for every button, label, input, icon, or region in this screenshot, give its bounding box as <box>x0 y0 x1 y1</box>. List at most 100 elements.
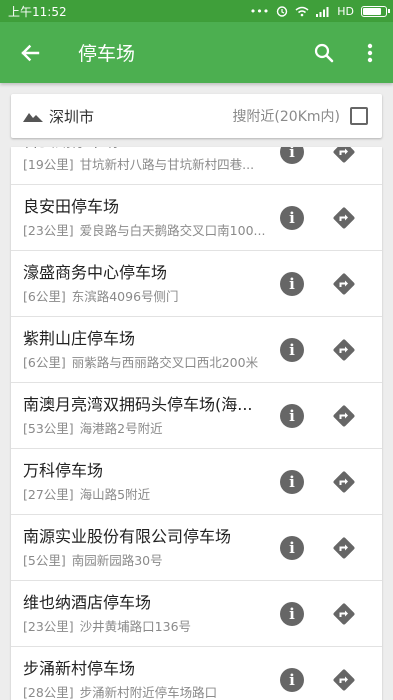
parking-road: 丽紫路与西丽路交叉口西北200米 <box>71 355 259 370</box>
info-button[interactable]: i <box>280 601 304 626</box>
parking-road: 步涌新村附近停车场路口 <box>79 685 218 700</box>
parking-name: 紫荆山庄停车场 <box>23 329 136 348</box>
info-icon: i <box>289 604 295 623</box>
list-item[interactable]: 步涌新村停车场 [28公里] 步涌新村附近停车场路口 i <box>11 647 382 700</box>
parking-distance: [23公里] <box>23 223 74 238</box>
parking-list-items: 香蜜湖停车场 [19公里] 甘坑新村八路与甘坑新村四巷... i 良安田停车场 [… <box>11 147 382 700</box>
parking-distance: [27公里] <box>23 487 74 502</box>
info-icon: i <box>289 538 295 557</box>
parking-address: [23公里] 爱良路与白天鹅路交叉口南100... <box>23 223 274 239</box>
parking-list[interactable]: 香蜜湖停车场 [19公里] 甘坑新村八路与甘坑新村四巷... i 良安田停车场 [… <box>11 147 382 700</box>
parking-road: 南园新园路30号 <box>71 553 163 568</box>
nearby-filter[interactable]: 搜附近(20Km内) <box>232 106 368 126</box>
parking-road: 甘坑新村八路与甘坑新村四巷... <box>79 157 255 172</box>
parking-name: 南源实业股份有限公司停车场 <box>23 527 232 546</box>
parking-address: [27公里] 海山路5附近 <box>23 487 274 503</box>
directions-icon <box>333 273 355 294</box>
back-button[interactable] <box>0 22 60 83</box>
directions-icon <box>333 339 355 360</box>
parking-road: 海港路2号附近 <box>79 421 163 436</box>
directions-icon <box>333 669 355 690</box>
navigate-button[interactable] <box>332 470 356 494</box>
parking-road: 沙井黄埔路口136号 <box>79 619 192 634</box>
parking-road: 爱良路与白天鹅路交叉口南100... <box>79 223 266 238</box>
item-text: 南源实业股份有限公司停车场 [5公里] 南园新园路30号 <box>23 526 280 569</box>
info-icon: i <box>289 340 295 359</box>
battery-icon <box>361 5 390 17</box>
wifi-icon <box>295 6 309 16</box>
mountain-icon <box>23 113 43 122</box>
navigate-button[interactable] <box>332 206 356 230</box>
parking-distance: [23公里] <box>23 619 74 634</box>
status-time: 上午11:52 <box>8 4 67 19</box>
list-item[interactable]: 良安田停车场 [23公里] 爱良路与白天鹅路交叉口南100... i <box>11 185 382 251</box>
parking-address: [53公里] 海港路2号附近 <box>23 421 274 437</box>
info-button[interactable]: i <box>280 271 304 296</box>
more-vert-icon <box>367 43 373 62</box>
list-item[interactable]: 万科停车场 [27公里] 海山路5附近 i <box>11 449 382 515</box>
parking-name: 维也纳酒店停车场 <box>23 593 152 612</box>
parking-address: [6公里] 丽紫路与西丽路交叉口西北200米 <box>23 355 274 371</box>
alarm-icon <box>277 6 288 17</box>
parking-address: [28公里] 步涌新村附近停车场路口 <box>23 685 274 700</box>
parking-road: 海山路5附近 <box>79 487 151 502</box>
item-text: 香蜜湖停车场 [19公里] 甘坑新村八路与甘坑新村四巷... <box>23 147 280 173</box>
navigate-button[interactable] <box>332 272 356 296</box>
navigate-button[interactable] <box>332 338 356 362</box>
parking-name: 濠盛商务中心停车场 <box>23 263 168 282</box>
navigate-button[interactable] <box>332 602 356 626</box>
search-card: 深圳市 搜附近(20Km内) <box>11 94 382 138</box>
search-button[interactable] <box>301 22 347 83</box>
parking-address: [23公里] 沙井黄埔路口136号 <box>23 619 274 635</box>
item-text: 万科停车场 [27公里] 海山路5附近 <box>23 460 280 503</box>
list-item[interactable]: 维也纳酒店停车场 [23公里] 沙井黄埔路口136号 i <box>11 581 382 647</box>
parking-distance: [28公里] <box>23 685 74 700</box>
status-icons: ••• HD <box>249 4 390 18</box>
info-icon: i <box>289 406 295 425</box>
more-dots-icon: ••• <box>249 4 270 18</box>
parking-distance: [19公里] <box>23 157 74 172</box>
list-item[interactable]: 紫荆山庄停车场 [6公里] 丽紫路与西丽路交叉口西北200米 i <box>11 317 382 383</box>
parking-name: 南澳月亮湾双拥码头停车场(海... <box>23 395 253 414</box>
navigate-button[interactable] <box>332 536 356 560</box>
list-item[interactable]: 濠盛商务中心停车场 [6公里] 东滨路4096号侧门 i <box>11 251 382 317</box>
info-button[interactable]: i <box>280 667 304 692</box>
search-icon <box>314 43 334 62</box>
navigate-button[interactable] <box>332 147 356 164</box>
info-icon: i <box>289 147 295 161</box>
list-item[interactable]: 香蜜湖停车场 [19公里] 甘坑新村八路与甘坑新村四巷... i <box>11 147 382 185</box>
item-text: 步涌新村停车场 [28公里] 步涌新村附近停车场路口 <box>23 658 280 700</box>
parking-distance: [53公里] <box>23 421 74 436</box>
info-button[interactable]: i <box>280 205 304 230</box>
parking-name: 良安田停车场 <box>23 197 120 216</box>
list-item[interactable]: 南源实业股份有限公司停车场 [5公里] 南园新园路30号 i <box>11 515 382 581</box>
item-text: 濠盛商务中心停车场 [6公里] 东滨路4096号侧门 <box>23 262 280 305</box>
info-button[interactable]: i <box>280 403 304 428</box>
info-icon: i <box>289 274 295 293</box>
info-button[interactable]: i <box>280 337 304 362</box>
info-button[interactable]: i <box>280 469 304 494</box>
parking-address: [19公里] 甘坑新村八路与甘坑新村四巷... <box>23 157 274 173</box>
parking-name: 万科停车场 <box>23 461 104 480</box>
parking-road: 东滨路4096号侧门 <box>71 289 179 304</box>
parking-name: 步涌新村停车场 <box>23 659 136 678</box>
directions-icon <box>333 603 355 624</box>
navigate-button[interactable] <box>332 668 356 692</box>
list-item[interactable]: 南澳月亮湾双拥码头停车场(海... [53公里] 海港路2号附近 i <box>11 383 382 449</box>
directions-icon <box>333 471 355 492</box>
info-icon: i <box>289 472 295 491</box>
parking-address: [6公里] 东滨路4096号侧门 <box>23 289 274 305</box>
info-icon: i <box>289 208 295 227</box>
navigate-button[interactable] <box>332 404 356 428</box>
nearby-label: 搜附近(20Km内) <box>232 109 340 125</box>
nearby-checkbox[interactable] <box>350 107 368 125</box>
parking-distance: [6公里] <box>23 355 66 370</box>
parking-name: 香蜜湖停车场 <box>23 147 274 152</box>
city-label: 深圳市 <box>49 107 95 126</box>
info-button[interactable]: i <box>280 535 304 560</box>
info-button[interactable]: i <box>280 147 304 164</box>
directions-icon <box>333 405 355 426</box>
overflow-menu-button[interactable] <box>347 22 393 83</box>
city-selector[interactable]: 深圳市 <box>23 106 232 127</box>
parking-distance: [5公里] <box>23 553 66 568</box>
